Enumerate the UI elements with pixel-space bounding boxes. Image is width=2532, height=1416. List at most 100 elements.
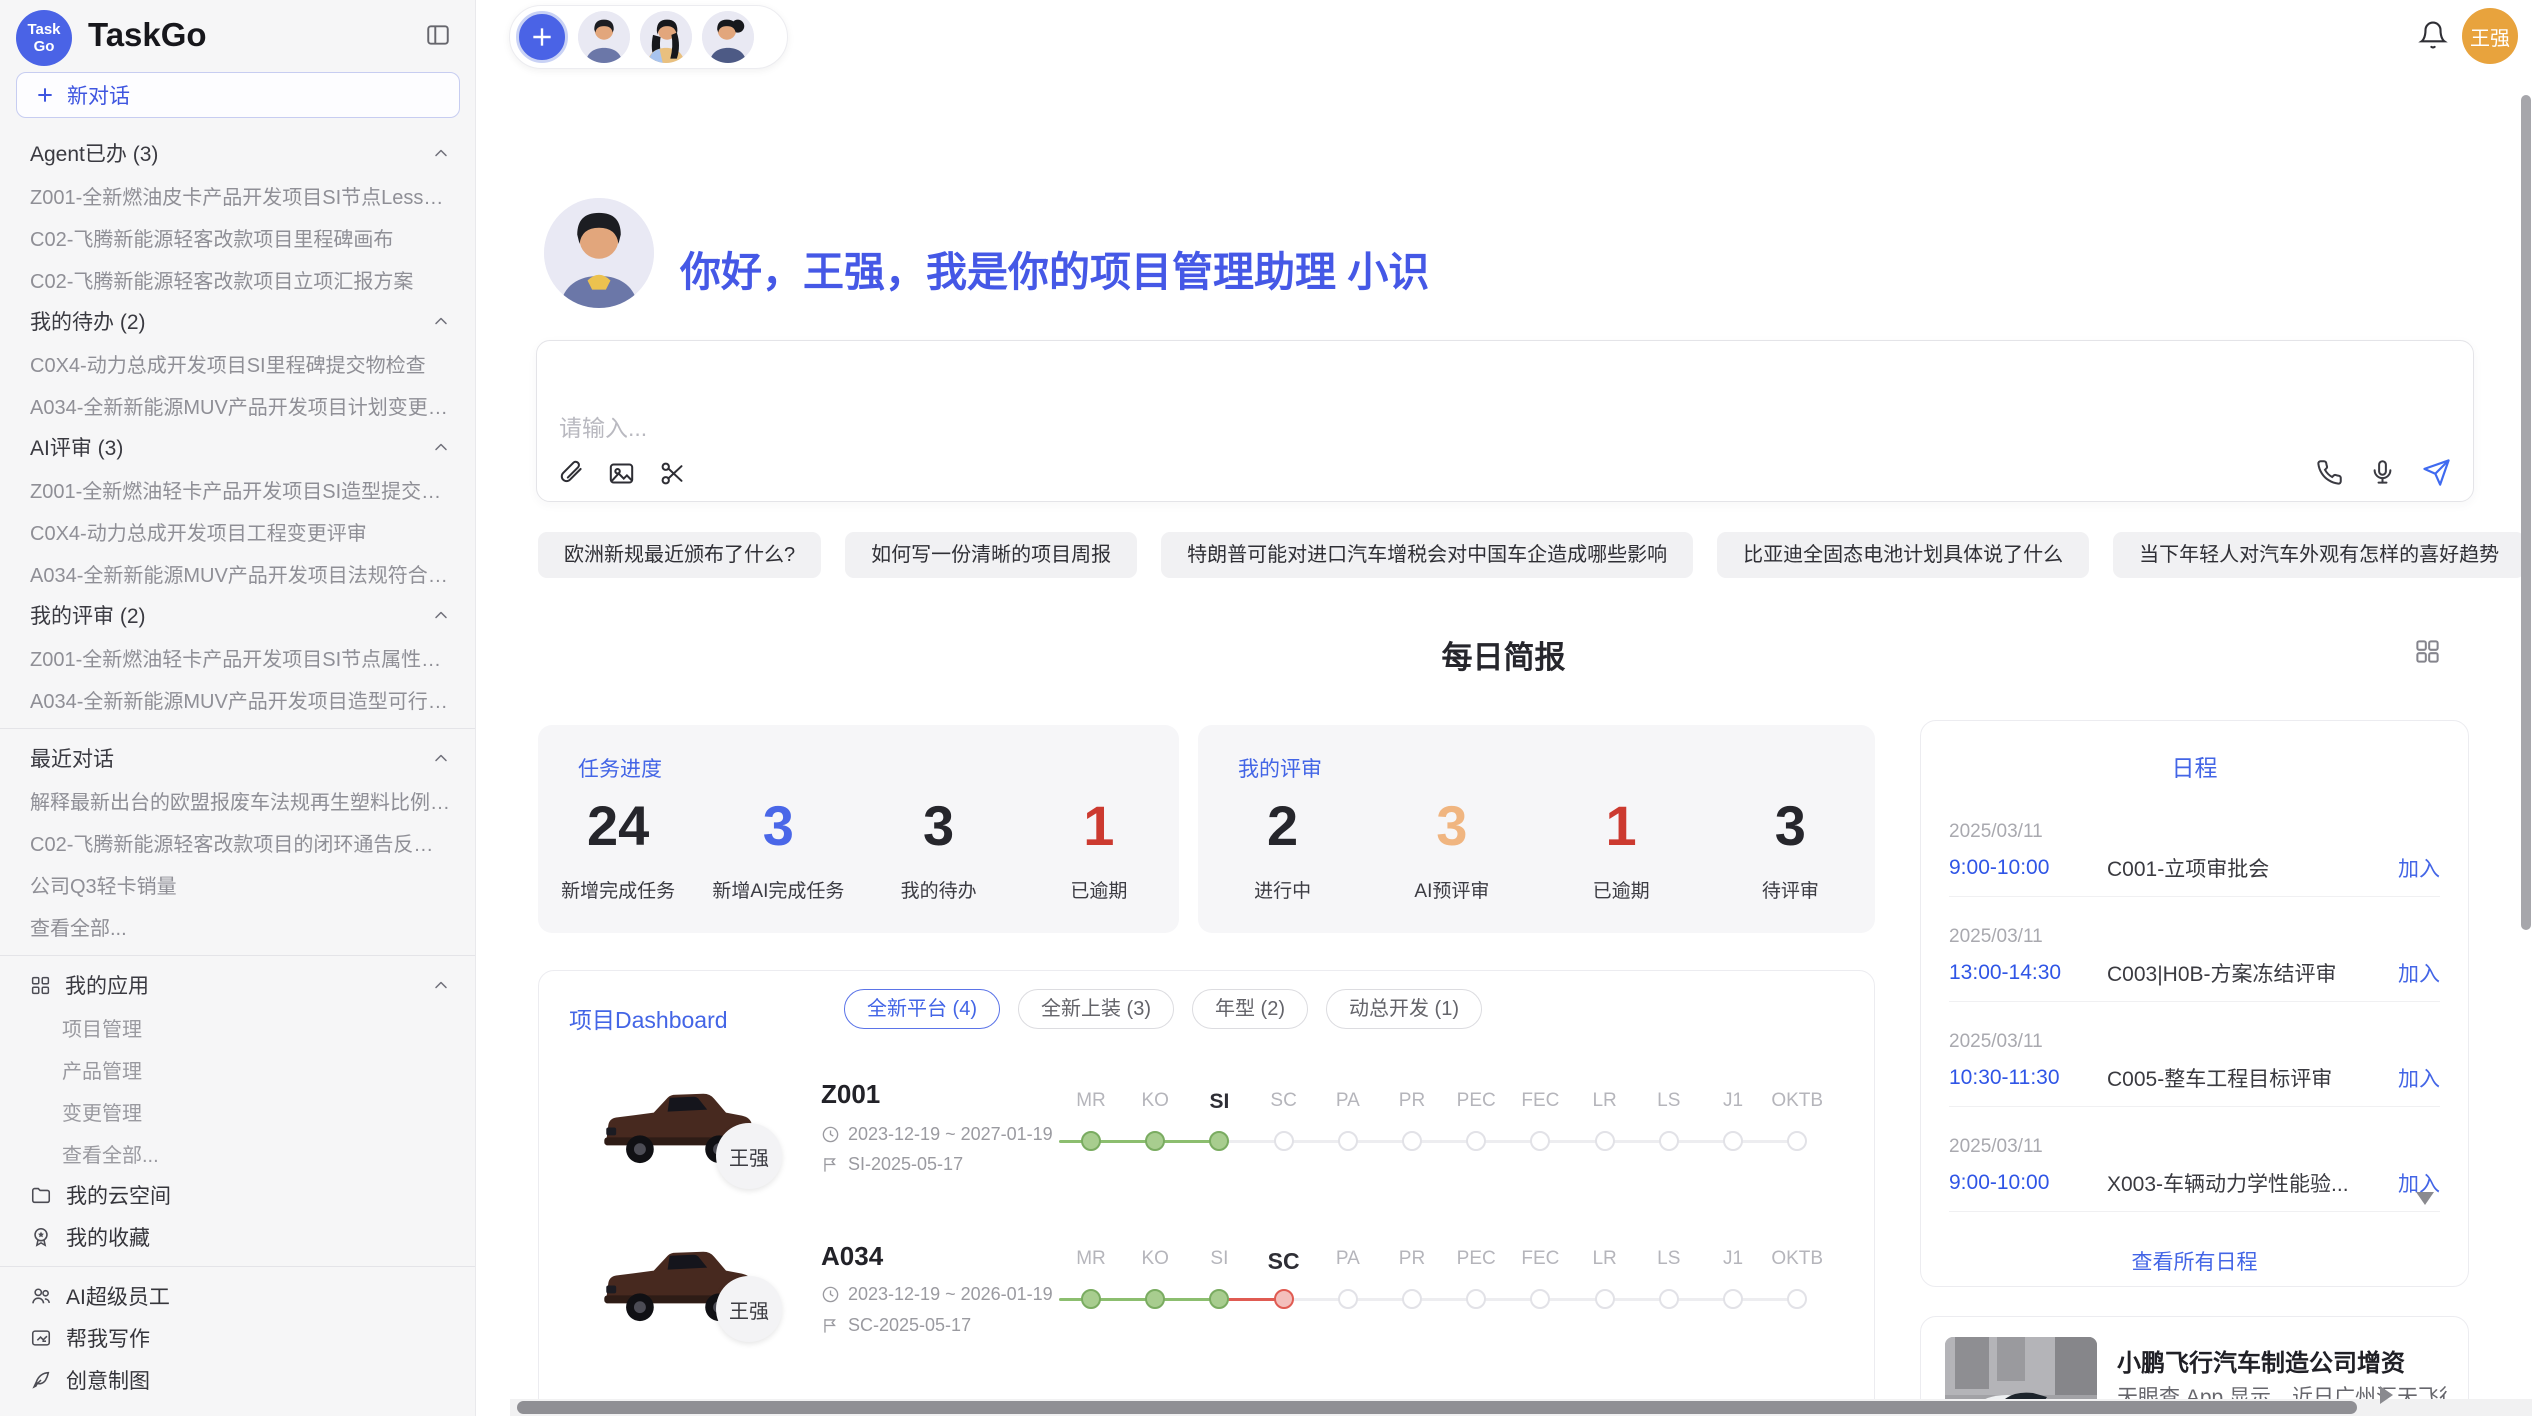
milestone-dot[interactable] [1209, 1289, 1229, 1309]
phone-icon[interactable] [2316, 459, 2343, 486]
milestone-dot[interactable] [1145, 1131, 1165, 1151]
sidebar-section-my-apps[interactable]: 我的应用 [0, 964, 475, 1006]
horizontal-scrollbar[interactable] [517, 1401, 2357, 1414]
chevron-up-icon[interactable] [431, 437, 451, 457]
sidebar-sub-item[interactable]: 变更管理 [0, 1090, 475, 1132]
milestone-dot[interactable] [1274, 1289, 1294, 1309]
sidebar-sub-item[interactable]: 项目管理 [0, 1006, 475, 1048]
sidebar-item-creative-drawing[interactable]: 创意制图 [0, 1359, 475, 1401]
sidebar-item[interactable]: Z001-全新燃油轻卡产品开发项目SI造型提交物评审 [0, 468, 475, 510]
chevron-up-icon[interactable] [431, 975, 451, 995]
microphone-icon[interactable] [2369, 459, 2396, 486]
join-link[interactable]: 加入 [2398, 853, 2440, 883]
milestone-dot[interactable] [1338, 1289, 1358, 1309]
add-agent-button[interactable] [516, 11, 568, 63]
sidebar-item[interactable]: C02-飞腾新能源轻客改款项目里程碑画布 [0, 216, 475, 258]
sidebar-section-header[interactable]: 我的待办 (2) [0, 300, 475, 342]
greeting-title: 你好，王强，我是你的项目管理助理 小识 [680, 238, 1429, 298]
project-code[interactable]: A034 [821, 1241, 883, 1272]
agent-avatar-3[interactable] [702, 11, 754, 63]
suggestion-chip[interactable]: 当下年轻人对汽车外观有怎样的喜好趋势 [2113, 532, 2525, 578]
suggestion-chip[interactable]: 比亚迪全固态电池计划具体说了什么 [1717, 532, 2089, 578]
recent-chat-item[interactable]: C02-飞腾新能源轻客改款项目的闭环通告反馈情况 [0, 821, 475, 863]
project-code[interactable]: Z001 [821, 1079, 880, 1110]
new-chat-button[interactable]: 新对话 [16, 72, 460, 118]
milestone-dot[interactable] [1595, 1131, 1615, 1151]
suggestion-chip[interactable]: 欧洲新规最近颁布了什么? [538, 532, 821, 578]
chat-input-box[interactable]: 请输入... [536, 340, 2474, 502]
sidebar-section-recent-chats[interactable]: 最近对话 [0, 737, 475, 779]
suggestion-chip[interactable]: 如何写一份清晰的项目周报 [845, 532, 1137, 578]
milestone-dot[interactable] [1466, 1131, 1486, 1151]
sidebar-item[interactable]: Z001-全新燃油皮卡产品开发项目SI节点Lesson Learn报告 [0, 174, 475, 216]
milestone-dot[interactable] [1081, 1131, 1101, 1151]
chat-action-tools [2316, 458, 2451, 487]
milestone-dot[interactable] [1530, 1289, 1550, 1309]
sidebar-sub-item[interactable]: 查看全部... [0, 1132, 475, 1174]
user-avatar[interactable]: 王强 [2462, 8, 2518, 64]
sidebar-item[interactable]: Z001-全新燃油轻卡产品开发项目SI节点属性5D文件评审 [0, 636, 475, 678]
dashboard-filter-pill[interactable]: 全新上装 (3) [1018, 989, 1174, 1029]
chevron-up-icon[interactable] [431, 605, 451, 625]
milestone-dot[interactable] [1081, 1289, 1101, 1309]
view-all-chats-link[interactable]: 查看全部... [0, 905, 475, 947]
dashboard-filter-pill[interactable]: 全新平台 (4) [844, 989, 1000, 1029]
milestone-dot[interactable] [1402, 1131, 1422, 1151]
milestone-dot[interactable] [1723, 1131, 1743, 1151]
join-link[interactable]: 加入 [2398, 1063, 2440, 1093]
milestone-dot[interactable] [1338, 1131, 1358, 1151]
recent-chat-item[interactable]: 公司Q3轻卡销量 [0, 863, 475, 905]
join-link[interactable]: 加入 [2398, 958, 2440, 988]
recent-chat-item[interactable]: 解释最新出台的欧盟报废车法规再生塑料比例被调至15%... [0, 779, 475, 821]
sidebar-item[interactable]: A034-全新新能源MUV产品开发项目造型可行性评审 [0, 678, 475, 720]
milestone-dot[interactable] [1787, 1289, 1807, 1309]
scroll-down-arrow[interactable] [2416, 1192, 2434, 1205]
milestone-dot[interactable] [1274, 1131, 1294, 1151]
sidebar-item[interactable]: C0X4-动力总成开发项目工程变更评审 [0, 510, 475, 552]
stat-item: 3AI预评审 [1367, 785, 1536, 933]
milestone-dot[interactable] [1723, 1289, 1743, 1309]
plus-icon [529, 24, 555, 50]
milestone-dot[interactable] [1530, 1131, 1550, 1151]
milestone-dot[interactable] [1402, 1289, 1422, 1309]
stat-label: 进行中 [1198, 876, 1367, 903]
sidebar-item[interactable]: C0X4-动力总成开发项目SI里程碑提交物检查 [0, 342, 475, 384]
milestone-dot[interactable] [1659, 1289, 1679, 1309]
sidebar-section-header[interactable]: AI评审 (3) [0, 426, 475, 468]
milestone-dot[interactable] [1466, 1289, 1486, 1309]
dashboard-filter-pill[interactable]: 年型 (2) [1192, 989, 1308, 1029]
milestone-dot[interactable] [1787, 1131, 1807, 1151]
scissors-icon[interactable] [659, 460, 686, 487]
vertical-scrollbar[interactable] [2521, 95, 2531, 930]
milestone-dot[interactable] [1209, 1131, 1229, 1151]
milestone-dot[interactable] [1659, 1131, 1679, 1151]
sidebar-item-favorites[interactable]: 我的收藏 [0, 1216, 475, 1258]
sidebar-item[interactable]: C02-飞腾新能源轻客改款项目立项汇报方案 [0, 258, 475, 300]
sidebar-item[interactable]: A034-全新新能源MUV产品开发项目计划变更表编写 [0, 384, 475, 426]
chevron-up-icon[interactable] [431, 748, 451, 768]
sidebar-item[interactable]: A034-全新新能源MUV产品开发项目法规符合性评审 [0, 552, 475, 594]
paperclip-icon[interactable] [557, 460, 584, 487]
sidebar-item-cloud-space[interactable]: 我的云空间 [0, 1174, 475, 1216]
chevron-up-icon[interactable] [431, 311, 451, 331]
sidebar-sub-item[interactable]: 产品管理 [0, 1048, 475, 1090]
notification-bell-icon[interactable] [2418, 20, 2448, 50]
dashboard-filter-pill[interactable]: 动总开发 (1) [1326, 989, 1482, 1029]
chevron-up-icon[interactable] [431, 143, 451, 163]
suggestion-chip[interactable]: 特朗普可能对进口汽车增税会对中国车企造成哪些影响 [1161, 532, 1693, 578]
sidebar-item-ai-super-staff[interactable]: AI超级员工 [0, 1275, 475, 1317]
agent-avatar-2[interactable] [640, 11, 692, 63]
agent-avatar-1[interactable] [578, 11, 630, 63]
image-icon[interactable] [608, 460, 635, 487]
sidebar-section-header[interactable]: Agent已办 (3) [0, 132, 475, 174]
scroll-right-arrow[interactable] [2380, 1386, 2393, 1404]
milestone-dot[interactable] [1145, 1289, 1165, 1309]
view-all-schedule-link[interactable]: 查看所有日程 [1921, 1246, 2468, 1276]
layout-grid-icon[interactable] [2414, 638, 2441, 665]
collapse-sidebar-icon[interactable] [425, 22, 451, 48]
sidebar: Task Go TaskGo 新对话 Agent已办 (3)Z001-全新燃油皮… [0, 0, 476, 1416]
send-icon[interactable] [2422, 458, 2451, 487]
milestone-dot[interactable] [1595, 1289, 1615, 1309]
sidebar-item-help-me-write[interactable]: 帮我写作 [0, 1317, 475, 1359]
sidebar-section-header[interactable]: 我的评审 (2) [0, 594, 475, 636]
